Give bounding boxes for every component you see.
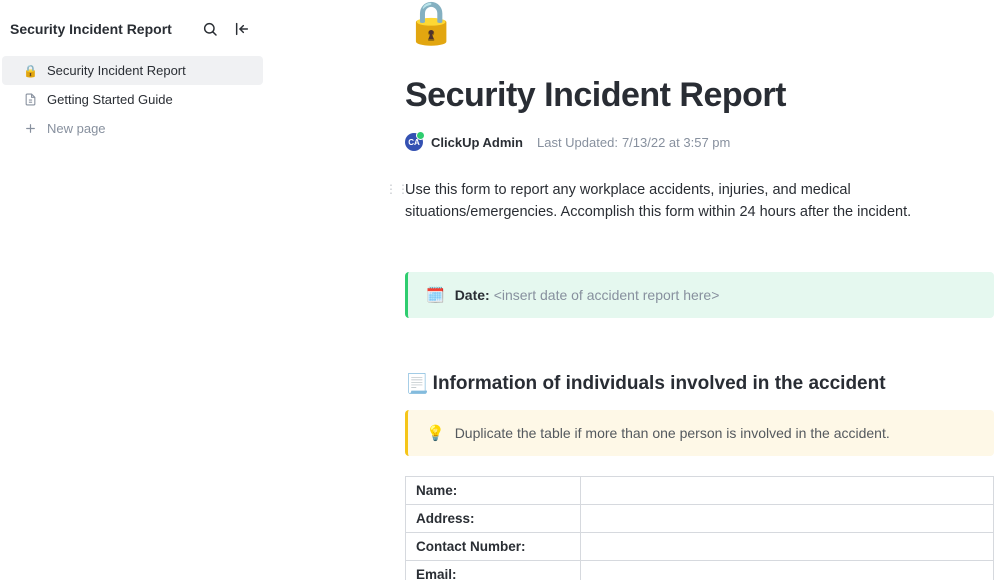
drag-handle-icon[interactable]: ⋮⋮	[385, 182, 399, 196]
intro-paragraph[interactable]: Use this form to report any workplace ac…	[405, 179, 994, 224]
page-icon: 📃	[405, 372, 429, 396]
calendar-icon: 🗓️	[426, 286, 445, 304]
document-content: 🔒 Security Incident Report CA ClickUp Ad…	[405, 2, 1000, 580]
author-avatar[interactable]: CA	[405, 133, 423, 151]
duplicate-note-text: Duplicate the table if more than one per…	[455, 425, 890, 441]
cell-value[interactable]	[581, 560, 994, 580]
cell-value[interactable]	[581, 532, 994, 560]
cell-value[interactable]	[581, 504, 994, 532]
individual-info-table[interactable]: Name: Address: Contact Number: Email: De…	[405, 476, 994, 580]
cell-value[interactable]	[581, 476, 994, 504]
sidebar-item-getting-started-guide[interactable]: Getting Started Guide	[2, 85, 263, 114]
table-row: Contact Number:	[406, 532, 994, 560]
updated-value: 7/13/22 at 3:57 pm	[622, 135, 730, 150]
cell-label[interactable]: Address:	[406, 504, 581, 532]
sidebar-item-new-page[interactable]: New page	[2, 114, 263, 143]
duplicate-note-callout[interactable]: 💡 Duplicate the table if more than one p…	[405, 410, 994, 456]
page-hero-icon[interactable]: 🔒	[405, 2, 994, 44]
author-name: ClickUp Admin	[431, 135, 523, 150]
date-callout[interactable]: 🗓️ Date: <insert date of accident report…	[405, 272, 994, 318]
cell-label[interactable]: Contact Number:	[406, 532, 581, 560]
page-title[interactable]: Security Incident Report	[405, 76, 994, 115]
search-icon[interactable]	[199, 18, 221, 40]
sidebar-item-label: New page	[47, 121, 106, 136]
plus-icon	[22, 122, 39, 135]
sidebar-item-security-incident-report[interactable]: 🔒 Security Incident Report	[2, 56, 263, 85]
table-row: Email:	[406, 560, 994, 580]
collapse-sidebar-icon[interactable]	[231, 18, 253, 40]
sidebar-title: Security Incident Report	[10, 21, 199, 37]
sidebar-items: 🔒 Security Incident Report Getting Start…	[0, 56, 265, 143]
lock-icon: 🔒	[22, 64, 39, 78]
lightbulb-icon: 💡	[426, 424, 445, 442]
cell-label[interactable]: Email:	[406, 560, 581, 580]
updated-label: Last Updated:	[537, 135, 618, 150]
sidebar-item-label: Security Incident Report	[47, 63, 186, 78]
sidebar: Security Incident Report 🔒 Security Inci…	[0, 0, 265, 580]
intro-block: ⋮⋮ Use this form to report any workplace…	[405, 179, 994, 224]
table-row: Name:	[406, 476, 994, 504]
sidebar-item-label: Getting Started Guide	[47, 92, 173, 107]
cell-label[interactable]: Name:	[406, 476, 581, 504]
page-meta: CA ClickUp Admin Last Updated: 7/13/22 a…	[405, 133, 994, 151]
date-label: Date:	[455, 287, 490, 303]
table-row: Address:	[406, 504, 994, 532]
section-info-heading[interactable]: 📃 Information of individuals involved in…	[405, 372, 994, 396]
document-icon	[22, 93, 39, 106]
section-heading-text: Information of individuals involved in t…	[433, 373, 886, 395]
main-content: 🔒 Security Incident Report CA ClickUp Ad…	[265, 0, 1000, 580]
date-placeholder: <insert date of accident report here>	[494, 287, 720, 303]
sidebar-header: Security Incident Report	[0, 6, 265, 56]
